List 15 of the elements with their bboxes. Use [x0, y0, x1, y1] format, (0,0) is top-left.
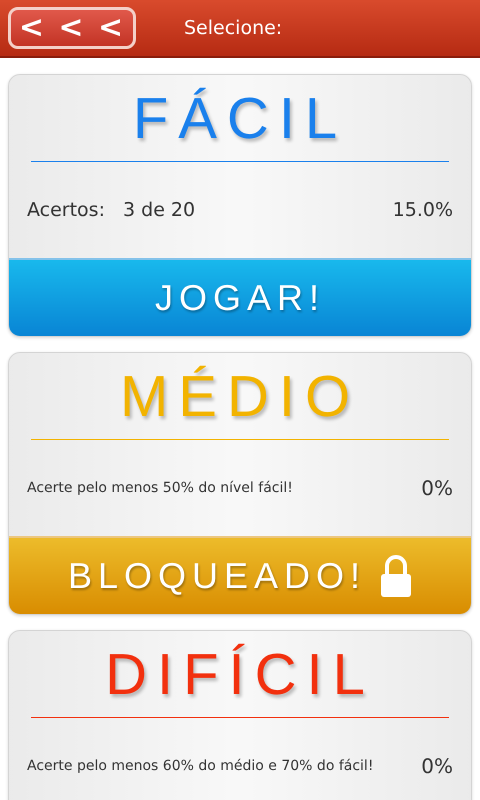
level-title: DIFÍCIL — [104, 641, 376, 709]
requirement-text: Acerte pelo menos 60% do médio e 70% do fácil! — [27, 758, 374, 774]
percent-value: 0% — [421, 754, 453, 778]
requirement-text: Acerte pelo menos 50% do nível fácil! — [27, 480, 293, 496]
page-title: Selecione: — [184, 17, 282, 39]
back-button[interactable]: < < < — [8, 7, 136, 49]
level-title: FÁCIL — [132, 85, 348, 153]
level-title: MÉDIO — [118, 363, 362, 431]
locked-button[interactable]: BLOQUEADO! — [9, 536, 471, 614]
percent-value: 15.0% — [392, 199, 453, 221]
lock-icon — [380, 554, 412, 598]
score-value: 3 de 20 — [123, 199, 196, 221]
play-button[interactable]: JOGAR! — [9, 258, 471, 336]
score-label: Acertos: — [27, 199, 105, 221]
percent-value: 0% — [421, 476, 453, 500]
